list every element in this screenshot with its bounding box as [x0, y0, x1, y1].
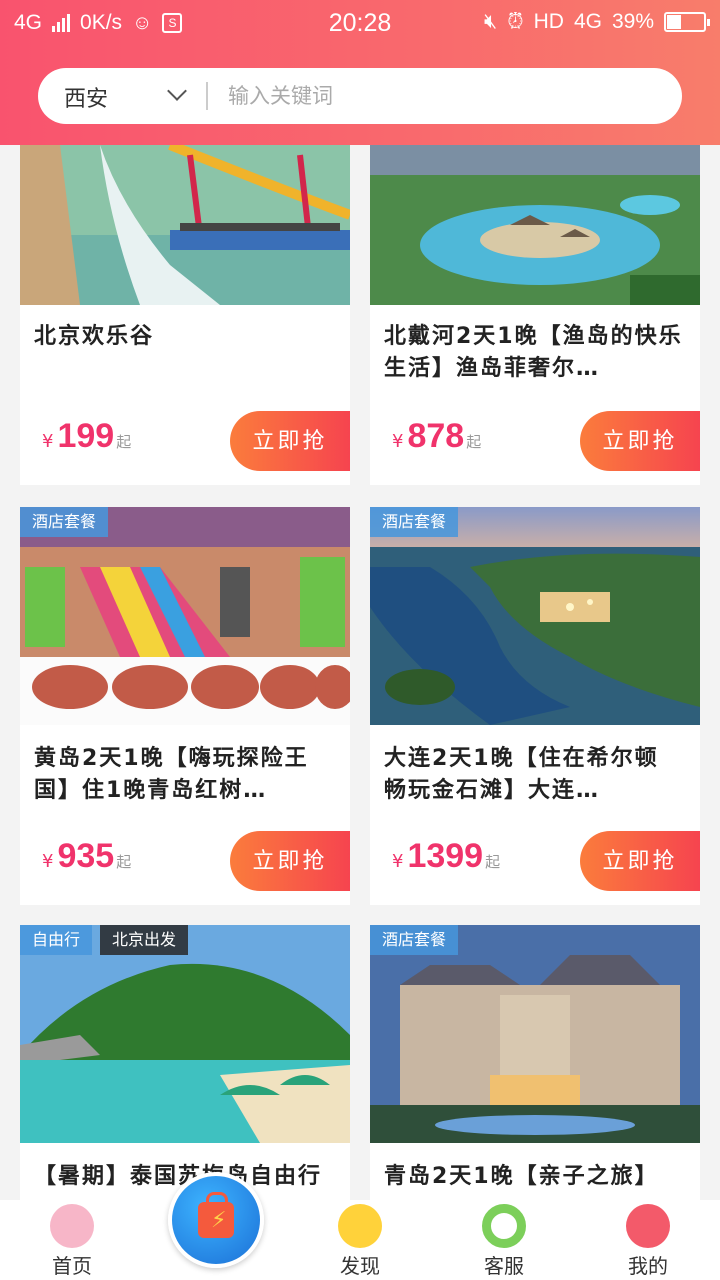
battery-percent: 39%	[611, 10, 654, 33]
alarm-icon: ⏰︎	[507, 10, 524, 33]
buy-now-button[interactable]: 立即抢	[230, 831, 350, 891]
search-bar: 西安	[38, 68, 682, 124]
tab-mine-label: 我的	[628, 1254, 668, 1278]
duck-icon	[338, 1204, 382, 1248]
lifebuoy-icon	[482, 1204, 526, 1248]
product-grid: 北京欢乐谷 ¥ 199 起 立即抢 北戴河2天1晚【渔岛的快乐生活】渔岛菲奢尔……	[0, 145, 720, 1200]
currency-symbol: ¥	[42, 431, 54, 452]
category-tag: 酒店套餐	[370, 507, 459, 537]
product-image[interactable]: 酒店套餐	[370, 507, 700, 725]
buy-now-button[interactable]: 立即抢	[230, 411, 350, 471]
price-suffix: 起	[466, 433, 482, 451]
app-header: 4G 0K/s ☺ S 20:28 🔇︎ ⏰︎ HD 4G 39% 西安	[0, 0, 720, 145]
product-card[interactable]: 酒店套餐 青岛2天1晚【亲子之旅】	[370, 925, 700, 1200]
category-tag: 酒店套餐	[20, 507, 109, 537]
city-selector[interactable]: 西安	[64, 81, 108, 113]
product-card[interactable]: 北京欢乐谷 ¥ 199 起 立即抢	[20, 145, 350, 485]
network-type-right: 4G	[573, 10, 602, 33]
center-action-button[interactable]: ⚡︎	[168, 1172, 264, 1268]
tab-home-label: 首页	[52, 1254, 92, 1278]
category-tag: 自由行	[20, 925, 93, 955]
buy-now-button[interactable]: 立即抢	[580, 831, 700, 891]
hd-indicator: HD	[533, 10, 564, 33]
bottom-tab-bar: 首页 ⚡︎ 发现 客服 我的	[0, 1172, 720, 1280]
tab-service[interactable]: 客服	[454, 1200, 554, 1280]
price-suffix: 起	[116, 853, 132, 871]
price-value: 1399	[407, 837, 484, 875]
lightning-icon: ⚡︎	[211, 1208, 227, 1233]
flip-flops-icon	[626, 1204, 670, 1248]
product-card[interactable]: 自由行 北京出发 【暑期】泰国苏梅岛自由行	[20, 925, 350, 1200]
search-divider	[206, 82, 208, 110]
tab-service-label: 客服	[484, 1254, 524, 1278]
buy-now-button[interactable]: 立即抢	[580, 411, 700, 471]
product-price: ¥ 878 起	[392, 417, 481, 456]
search-input[interactable]	[228, 78, 648, 114]
category-tag: 酒店套餐	[370, 925, 459, 955]
tab-discover[interactable]: 发现	[310, 1200, 410, 1280]
product-price: ¥ 199 起	[42, 417, 131, 456]
currency-symbol: ¥	[392, 431, 404, 452]
product-title[interactable]: 青岛2天1晚【亲子之旅】	[384, 1161, 684, 1193]
product-price: ¥ 1399 起	[392, 837, 500, 876]
product-card[interactable]: 酒店套餐 黄岛2天1晚【嗨玩探险王国】住1晚青岛红树… ¥ 935 起 立即抢	[20, 507, 350, 905]
price-suffix: 起	[485, 853, 501, 871]
product-card[interactable]: 北戴河2天1晚【渔岛的快乐生活】渔岛菲奢尔… ¥ 878 起 立即抢	[370, 145, 700, 485]
tab-mine[interactable]: 我的	[598, 1200, 698, 1280]
currency-symbol: ¥	[392, 851, 404, 872]
price-value: 935	[57, 837, 115, 875]
product-title[interactable]: 大连2天1晚【住在希尔顿 畅玩金石滩】大连…	[384, 743, 684, 807]
product-image[interactable]	[370, 145, 700, 305]
currency-symbol: ¥	[42, 851, 54, 872]
chevron-down-icon[interactable]	[167, 81, 187, 101]
price-value: 199	[57, 417, 115, 455]
product-title[interactable]: 北戴河2天1晚【渔岛的快乐生活】渔岛菲奢尔…	[384, 321, 684, 385]
tab-discover-label: 发现	[340, 1254, 380, 1278]
product-title[interactable]: 黄岛2天1晚【嗨玩探险王国】住1晚青岛红树…	[34, 743, 334, 807]
departure-tag: 北京出发	[100, 925, 189, 955]
battery-icon	[664, 12, 710, 32]
product-image[interactable]: 酒店套餐	[20, 507, 350, 725]
product-image[interactable]: 自由行 北京出发	[20, 925, 350, 1143]
tab-home[interactable]: 首页	[22, 1200, 122, 1280]
battery-fill	[667, 15, 682, 29]
product-card[interactable]: 酒店套餐 大连2天1晚【住在希尔顿 畅玩金石滩】大连… ¥ 1399 起 立即抢	[370, 507, 700, 905]
mute-icon: 🔇︎	[483, 10, 498, 33]
product-price: ¥ 935 起	[42, 837, 131, 876]
product-image[interactable]: 酒店套餐	[370, 925, 700, 1143]
pig-face-icon	[50, 1204, 94, 1248]
price-value: 878	[407, 417, 465, 455]
product-title[interactable]: 北京欢乐谷	[34, 321, 334, 353]
product-image[interactable]	[20, 145, 350, 305]
price-suffix: 起	[116, 433, 132, 451]
status-bar: 4G 0K/s ☺ S 20:28 🔇︎ ⏰︎ HD 4G 39%	[0, 0, 720, 48]
